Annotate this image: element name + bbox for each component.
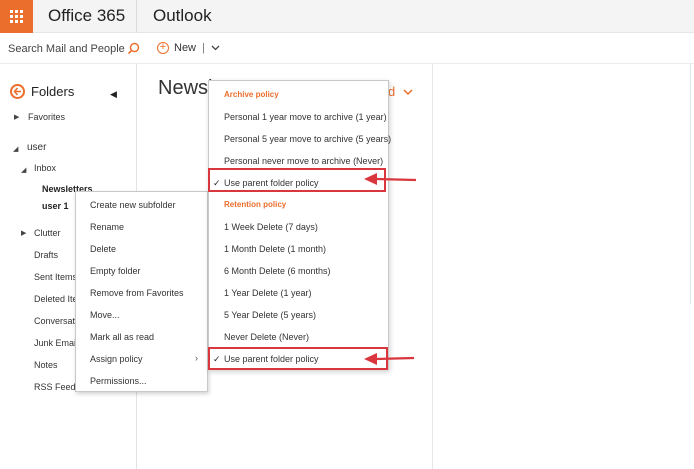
pin-icon[interactable]: ◀ — [110, 89, 117, 100]
folder-clutter[interactable]: Clutter — [34, 228, 61, 238]
menu-item-remove-favorites[interactable]: Remove from Favorites — [90, 288, 184, 298]
filter-dropdown-label: d — [388, 84, 396, 99]
message-list-title: Newsl — [158, 77, 213, 99]
filter-dropdown[interactable]: d — [388, 84, 413, 99]
archive-policy-5-years[interactable]: Personal 5 year move to archive (5 years… — [224, 134, 391, 144]
header-divider — [136, 0, 137, 33]
archive-policy-1-year[interactable]: Personal 1 year move to archive (1 year) — [224, 112, 387, 122]
retention-policy-1-year[interactable]: 1 Year Delete (1 year) — [224, 288, 312, 298]
new-button-separator: | — [202, 42, 205, 54]
folder-drafts[interactable]: Drafts — [34, 250, 58, 260]
chevron-right-icon: › — [195, 353, 198, 363]
new-button[interactable]: + New | — [157, 42, 220, 54]
command-bar-divider — [0, 63, 694, 64]
menu-item-delete[interactable]: Delete — [90, 244, 116, 254]
app-launcher-button[interactable] — [0, 0, 33, 33]
folders-header[interactable]: Folders — [10, 84, 74, 99]
menu-item-rename[interactable]: Rename — [90, 222, 124, 232]
folder-junk-email[interactable]: Junk Email — [34, 338, 78, 348]
menu-item-move[interactable]: Move... — [90, 310, 120, 320]
folder-user-1[interactable]: user 1 — [42, 201, 69, 211]
collapse-triangle-icon[interactable]: ◢ — [13, 145, 18, 153]
retention-policy-1-month[interactable]: 1 Month Delete (1 month) — [224, 244, 326, 254]
archive-policy-never[interactable]: Personal never move to archive (Never) — [224, 156, 383, 166]
menu-item-mark-all-read[interactable]: Mark all as read — [90, 332, 154, 342]
window-edge-line — [690, 64, 691, 304]
reading-pane-divider — [432, 64, 433, 469]
account-user[interactable]: user — [27, 142, 46, 153]
retention-policy-5-years[interactable]: 5 Year Delete (5 years) — [224, 310, 316, 320]
expand-triangle-icon[interactable]: ▶ — [14, 113, 19, 121]
top-bar: Office 365 Outlook — [0, 0, 694, 33]
waffle-icon — [10, 10, 23, 23]
folder-deleted-items[interactable]: Deleted Ite — [34, 294, 78, 304]
annotation-arrow-icon — [364, 353, 415, 365]
app-name[interactable]: Outlook — [153, 6, 212, 26]
collapse-triangle-icon[interactable]: ◢ — [21, 166, 26, 174]
folder-favorites[interactable]: Favorites — [28, 112, 65, 122]
chevron-down-icon[interactable] — [403, 89, 413, 96]
folders-title: Folders — [31, 84, 75, 99]
folder-sent-items[interactable]: Sent Items — [34, 272, 77, 282]
retention-policy-never[interactable]: Never Delete (Never) — [224, 332, 309, 342]
search-box[interactable]: Search Mail and People — [8, 42, 140, 55]
new-button-label: New — [174, 42, 197, 54]
annotation-highlight-box — [208, 168, 386, 192]
chevron-down-icon[interactable] — [211, 45, 220, 51]
folder-context-menu: Create new subfolder Rename Delete Empty… — [75, 191, 208, 392]
plus-circle-icon: + — [157, 42, 169, 54]
expand-triangle-icon[interactable]: ▶ — [21, 229, 26, 237]
retention-policy-7-days[interactable]: 1 Week Delete (7 days) — [224, 222, 318, 232]
archive-policy-header: Archive policy — [224, 90, 279, 99]
search-input[interactable]: Search Mail and People — [8, 43, 125, 55]
annotation-arrow-icon — [364, 173, 417, 185]
menu-item-permissions[interactable]: Permissions... — [90, 376, 147, 386]
brand-name[interactable]: Office 365 — [48, 6, 125, 26]
retention-policy-6-months[interactable]: 6 Month Delete (6 months) — [224, 266, 331, 276]
folder-rss-feeds[interactable]: RSS Feeds — [34, 382, 80, 392]
retention-policy-header: Retention policy — [224, 200, 287, 209]
folder-notes[interactable]: Notes — [34, 360, 58, 370]
menu-item-create-subfolder[interactable]: Create new subfolder — [90, 200, 176, 210]
menu-item-assign-policy[interactable]: Assign policy — [90, 354, 143, 364]
assign-policy-submenu: Archive policy Personal 1 year move to a… — [208, 80, 391, 370]
folder-conversation-history[interactable]: Conversati — [34, 316, 77, 326]
search-icon[interactable] — [127, 42, 140, 55]
back-arrow-icon[interactable] — [10, 84, 25, 99]
menu-item-empty-folder[interactable]: Empty folder — [90, 266, 141, 276]
annotation-highlight-box — [208, 347, 388, 370]
folder-inbox[interactable]: Inbox — [34, 163, 56, 173]
